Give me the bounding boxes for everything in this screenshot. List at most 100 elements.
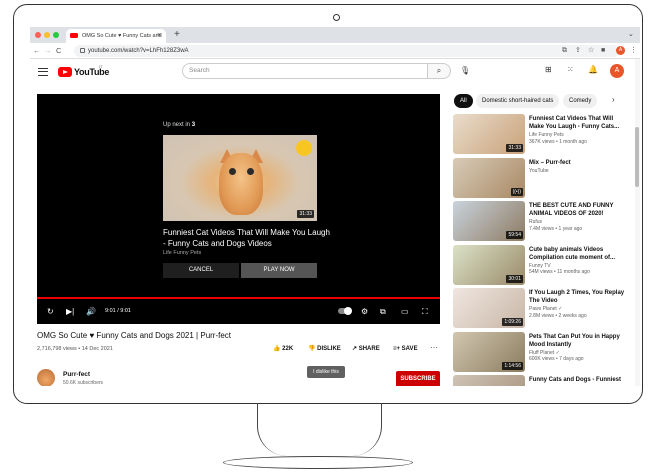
browser-menu-icon[interactable]: ⋮ <box>630 46 637 56</box>
miniplayer-icon[interactable]: ⧉ <box>380 307 386 317</box>
duration-badge: 59:54 <box>506 231 523 239</box>
related-title[interactable]: Mix – Purr-fect <box>529 159 629 167</box>
chip-all[interactable]: All <box>454 94 473 108</box>
channel-avatar[interactable] <box>37 369 55 386</box>
related-thumbnail[interactable]: 31:33 <box>453 114 525 154</box>
screen: OMG So Cute ♥ Funny Cats and × + ⌄ ← → C… <box>30 27 640 386</box>
related-thumbnail[interactable]: 1:09:26 <box>453 288 525 328</box>
related-title[interactable]: THE BEST CUTE AND FUNNY ANIMAL VIDEOS OF… <box>529 202 629 218</box>
scrollbar[interactable] <box>635 59 640 386</box>
forward-button[interactable]: → <box>44 43 52 59</box>
browser-profile-avatar[interactable]: A <box>616 46 625 55</box>
search-input[interactable]: Search <box>182 63 428 79</box>
apps-grid-icon[interactable]: ⁙ <box>567 65 574 75</box>
share-label: SHARE <box>358 346 380 352</box>
youtube-wordmark[interactable]: YouTube <box>74 66 109 78</box>
fullscreen-icon[interactable]: ⛶ <box>422 307 428 317</box>
related-title[interactable]: If You Laugh 2 Times, You Replay The Vid… <box>529 289 629 305</box>
related-title[interactable]: Funny Cats and Dogs - Funniest <box>529 376 629 384</box>
lock-icon <box>80 48 85 53</box>
related-meta: 7.4M views • 1 year ago <box>529 225 583 232</box>
kitten-eye <box>247 168 254 175</box>
theater-mode-icon[interactable]: ▭ <box>401 307 409 317</box>
up-next-title: Funniest Cat Videos That Will Make You L… <box>163 228 330 248</box>
monitor-base <box>223 456 413 469</box>
cancel-autoplay-button[interactable]: CANCEL <box>163 263 239 278</box>
maximize-window-button[interactable] <box>53 32 59 38</box>
create-video-icon[interactable]: ⊞ <box>545 65 552 75</box>
chip-domestic-short-haired-cats[interactable]: Domestic short-haired cats <box>476 94 560 108</box>
youtube-play-icon <box>63 69 68 74</box>
up-next-thumbnail[interactable]: 31:33 <box>163 135 317 221</box>
more-actions-button[interactable]: ··· <box>430 343 438 352</box>
account-avatar[interactable]: A <box>610 64 624 78</box>
chip-comedy[interactable]: Comedy <box>563 94 598 108</box>
search-button[interactable]: ⌕ <box>428 63 451 79</box>
subscribe-button[interactable]: SUBSCRIBE <box>396 371 440 386</box>
scrollbar-thumb[interactable] <box>635 127 639 187</box>
dislike-button[interactable]: 👎 DISLIKE <box>308 345 341 354</box>
tab-close-icon[interactable]: × <box>157 29 161 43</box>
progress-bar[interactable] <box>37 297 440 299</box>
duration-badge: 31:33 <box>297 210 314 218</box>
video-title: OMG So Cute ♥ Funny Cats and Dogs 2021 |… <box>37 331 232 340</box>
chips-next-chevron-icon[interactable]: › <box>612 95 615 104</box>
url-field[interactable]: youtube.com/watch?v=LhFh128Z3wA <box>74 45 619 57</box>
related-meta: 2.8M views • 2 weeks ago <box>529 312 587 319</box>
related-title[interactable]: Cute baby animals Videos Compilation cut… <box>529 246 629 262</box>
related-meta: 367K views • 1 month ago <box>529 138 587 145</box>
like-button[interactable]: 👍 22K <box>273 345 293 354</box>
notifications-bell-icon[interactable]: 🔔 <box>588 65 598 75</box>
duration-badge: ((•)) <box>510 187 523 196</box>
related-thumbnail[interactable]: 30:01 <box>453 244 525 285</box>
save-label: SAVE <box>401 346 418 352</box>
share-button[interactable]: ↗ SHARE <box>352 345 380 354</box>
region-label: IT <box>99 64 103 69</box>
extensions-icon[interactable]: ■ <box>601 46 605 56</box>
replay-icon[interactable]: ↻ <box>47 307 54 317</box>
kitten-body <box>219 153 263 215</box>
minimize-window-button[interactable] <box>44 32 50 38</box>
video-meta: 2,716,798 views • 14 Dec 2021 <box>37 346 113 352</box>
related-thumbnail[interactable]: 1:14:56 <box>453 331 525 372</box>
dislike-label: DISLIKE <box>317 346 341 352</box>
settings-gear-icon[interactable]: ⚙ <box>361 307 368 317</box>
duration-badge: 1:14:56 <box>502 361 523 370</box>
duration-badge: 30:01 <box>506 274 523 283</box>
volume-icon[interactable]: 🔊 <box>86 307 96 317</box>
new-tab-button[interactable]: + <box>174 28 180 42</box>
open-in-app-icon[interactable]: ⧉ <box>562 46 567 56</box>
up-next-channel: Life Funny Pets <box>163 250 202 256</box>
laughing-emoji-icon <box>296 140 312 156</box>
microphone-icon[interactable]: 🎙 <box>460 66 470 75</box>
like-count: 22K <box>282 346 294 352</box>
youtube-favicon-icon <box>70 33 78 38</box>
play-now-button[interactable]: PLAY NOW <box>241 263 317 278</box>
duration-badge: 31:33 <box>506 144 523 152</box>
related-thumbnail[interactable]: ((•)) <box>453 157 525 198</box>
monitor-stand <box>257 403 382 456</box>
close-window-button[interactable] <box>35 32 41 38</box>
autoplay-toggle[interactable] <box>338 307 352 315</box>
back-button[interactable]: ← <box>33 43 41 59</box>
up-next-label: Up next in 3 <box>163 122 196 128</box>
duration-badge: 1:09:26 <box>502 318 523 326</box>
next-video-icon[interactable]: ▶| <box>66 307 74 317</box>
related-meta: 600K views • 7 days ago <box>529 356 584 362</box>
share-icon[interactable]: ⇪ <box>575 46 581 56</box>
related-thumbnail[interactable]: 59:54 <box>453 201 525 241</box>
subscriber-count: 50.6K subscribers <box>63 380 104 386</box>
save-button[interactable]: ≡+ SAVE <box>393 345 418 354</box>
kitten-eye <box>229 168 236 175</box>
related-thumbnail[interactable] <box>453 375 525 386</box>
channel-name[interactable]: Purr-fect <box>63 371 90 378</box>
menu-icon[interactable] <box>38 68 48 76</box>
related-title[interactable]: Funniest Cat Videos That Will Make You L… <box>529 115 629 131</box>
browser-tab[interactable]: OMG So Cute ♥ Funny Cats and <box>66 29 166 43</box>
tab-list-chevron-icon[interactable]: ⌄ <box>628 30 634 38</box>
reload-button[interactable]: C <box>56 43 61 59</box>
time-display: 9:01 / 9:01 <box>105 308 131 314</box>
related-title[interactable]: Pets That Can Put You in Happy Mood Inst… <box>529 333 629 349</box>
related-channel: YouTube <box>529 167 549 174</box>
bookmark-star-icon[interactable]: ☆ <box>588 46 594 56</box>
